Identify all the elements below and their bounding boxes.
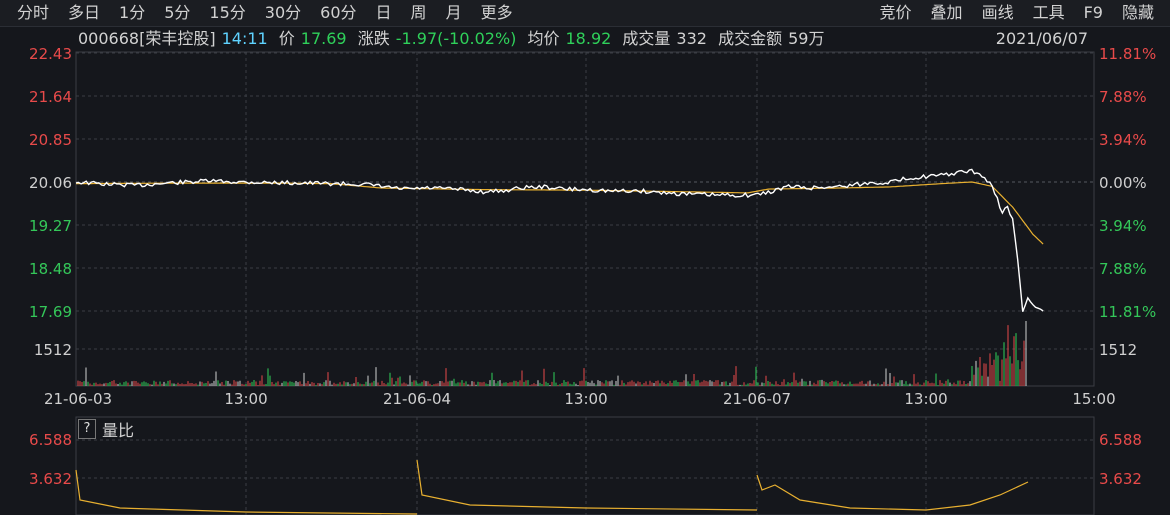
sub-frame — [75, 416, 1095, 515]
volume-tick-right: 1512 — [1099, 341, 1138, 359]
intraday-chart[interactable] — [0, 0, 1170, 515]
x-tick: 13:00 — [564, 390, 608, 408]
price-tick: 22.43 — [29, 45, 72, 63]
pct-tick: 0.00% — [1099, 174, 1147, 192]
pct-tick: 7.88% — [1099, 260, 1147, 278]
x-tick: 21-06-07 — [722, 390, 792, 408]
price-tick: 18.48 — [29, 260, 72, 278]
ratio-tick-right: 3.632 — [1099, 470, 1142, 488]
pct-tick: 3.94% — [1099, 131, 1147, 149]
ratio-tick: 6.588 — [29, 431, 72, 449]
price-tick: 20.85 — [29, 131, 72, 149]
x-tick: 21-06-03 — [43, 390, 113, 408]
help-icon[interactable]: ? — [78, 419, 96, 439]
price-tick: 20.06 — [29, 174, 72, 192]
pct-tick: 11.81% — [1099, 303, 1157, 321]
ratio-tick: 3.632 — [29, 470, 72, 488]
price-tick: 19.27 — [29, 217, 72, 235]
price-tick: 21.64 — [29, 88, 72, 106]
x-tick: 21-06-04 — [382, 390, 452, 408]
sub-chart-header: ? 量比 — [78, 418, 134, 440]
pct-tick: 3.94% — [1099, 217, 1147, 235]
main-frame — [75, 51, 1095, 387]
price-tick: 17.69 — [29, 303, 72, 321]
x-tick: 15:00 — [1072, 390, 1116, 408]
volume-ratio-line — [756, 474, 1029, 511]
pct-tick: 11.81% — [1099, 45, 1157, 63]
pct-tick: 7.88% — [1099, 88, 1147, 106]
avg-price-line — [76, 181, 1044, 245]
volume-ratio-line — [416, 459, 758, 511]
ratio-tick-right: 6.588 — [1099, 431, 1142, 449]
x-tick: 13:00 — [904, 390, 948, 408]
price-line — [75, 168, 1044, 312]
sub-chart-title: 量比 — [102, 421, 135, 440]
x-tick: 13:00 — [224, 390, 268, 408]
volume-tick: 1512 — [33, 341, 72, 359]
